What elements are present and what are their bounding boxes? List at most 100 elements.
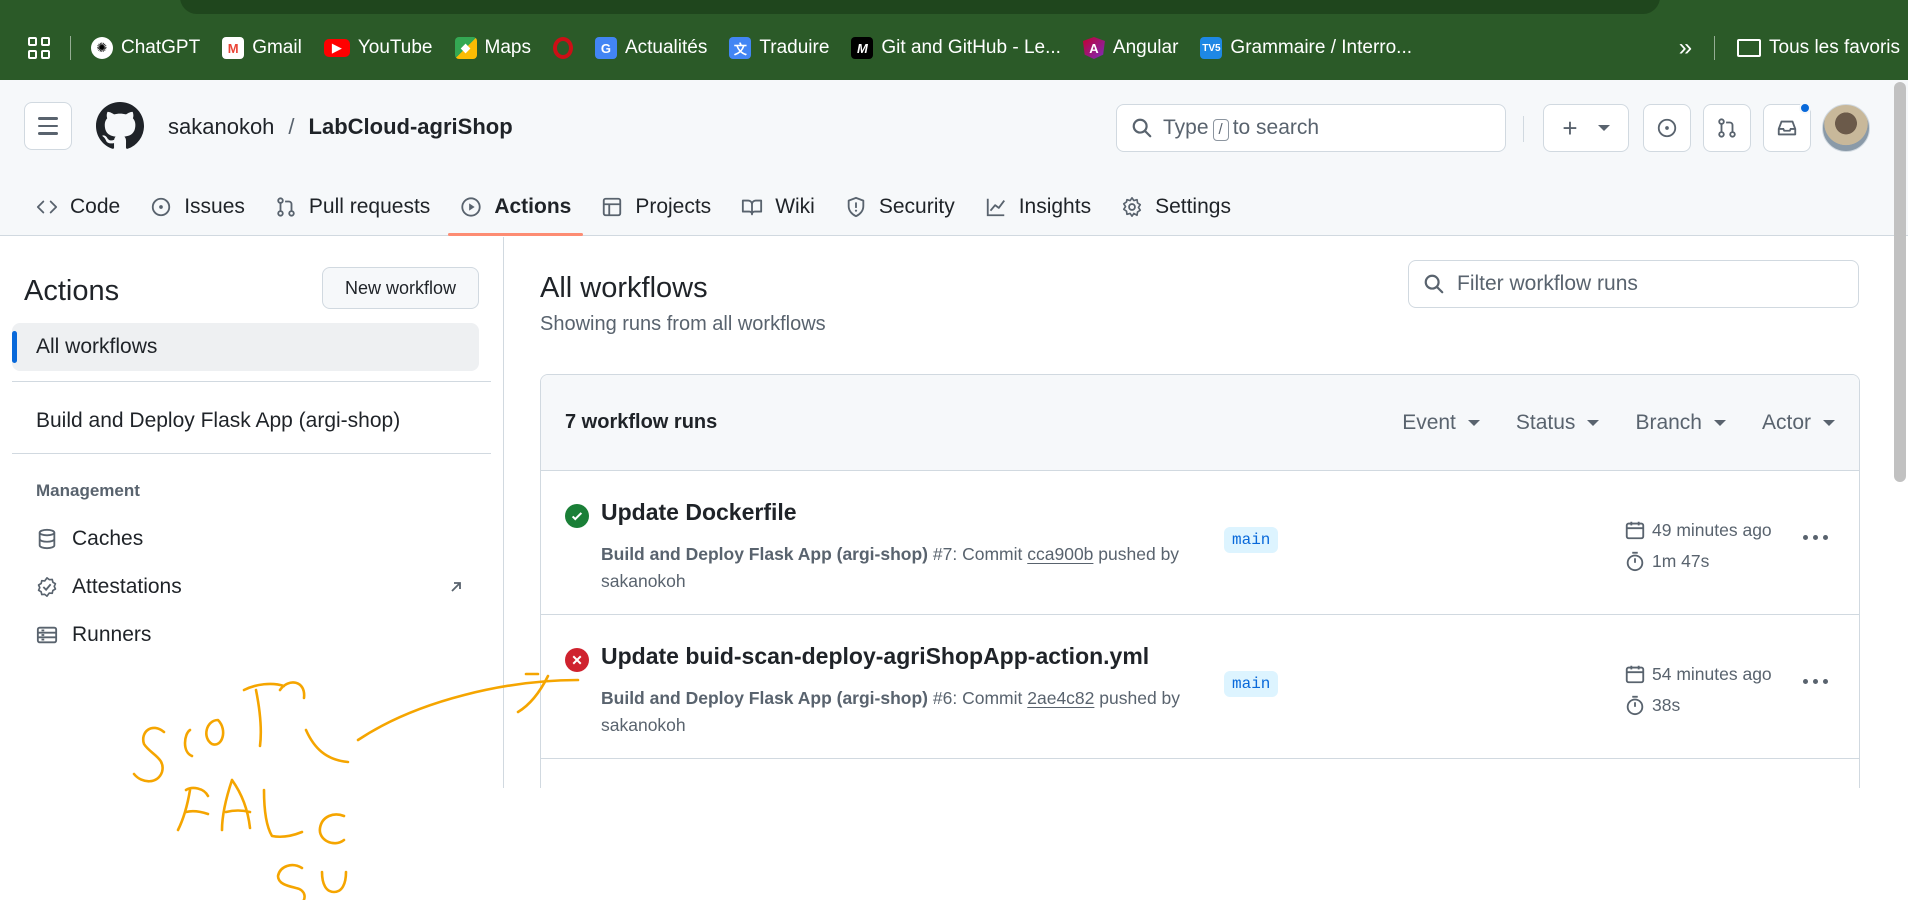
bookmark-grammaire[interactable]: TV5 Grammaire / Interro... xyxy=(1200,37,1412,59)
repo-name-link[interactable]: LabCloud-agriShop xyxy=(309,114,513,140)
issue-icon xyxy=(152,197,171,217)
page-title: All workflows xyxy=(540,272,708,304)
inbox-icon xyxy=(1777,120,1797,136)
commit-link[interactable]: 2ae4c82 xyxy=(1027,688,1094,708)
pushed-by-label: pushed by xyxy=(1098,544,1180,564)
actor-filter-dropdown[interactable]: Actor xyxy=(1762,411,1835,435)
search-input[interactable]: Type / to search xyxy=(1116,104,1506,152)
run-more-options-button[interactable] xyxy=(1803,535,1828,540)
github-header: sakanokoh / LabCloud-agriShop Type / to se… xyxy=(0,80,1908,236)
new-workflow-button[interactable]: New workflow xyxy=(322,267,479,309)
address-bar[interactable] xyxy=(180,0,1660,14)
repo-owner-link[interactable]: sakanokoh xyxy=(168,114,274,140)
avatar[interactable] xyxy=(1822,104,1870,152)
sidebar-item-workflow[interactable]: Build and Deploy Flask App (argi-shop) xyxy=(36,409,400,433)
filter-workflow-runs-input[interactable]: Filter workflow runs xyxy=(1408,260,1859,308)
check-circle-icon xyxy=(565,504,589,528)
x-circle-icon xyxy=(565,648,589,672)
create-new-button[interactable]: + xyxy=(1543,104,1629,152)
run-meta: Build and Deploy Flask App (argi-shop) #… xyxy=(601,544,1180,591)
search-icon xyxy=(1132,118,1152,138)
pull-request-icon xyxy=(1718,118,1736,138)
branch-badge[interactable]: main xyxy=(1224,527,1279,553)
github-logo-icon[interactable] xyxy=(96,102,144,150)
sidebar-item-all-workflows[interactable]: All workflows xyxy=(12,323,479,371)
calendar-icon xyxy=(1625,665,1645,684)
branch-filter-dropdown[interactable]: Branch xyxy=(1635,411,1726,435)
commit-link[interactable]: cca900b xyxy=(1027,544,1093,564)
search-shortcut-key: / xyxy=(1212,118,1229,141)
shield-icon xyxy=(847,196,865,218)
sidebar-item-attestations[interactable]: Attestations xyxy=(36,575,182,599)
chevron-down-icon xyxy=(1713,419,1726,426)
issue-opened-icon xyxy=(1657,118,1677,138)
tab-pull-requests[interactable]: Pull requests xyxy=(263,184,442,230)
database-icon xyxy=(38,528,56,550)
stopwatch-icon xyxy=(1626,551,1644,572)
run-author[interactable]: sakanokoh xyxy=(601,571,686,591)
bookmark-youtube[interactable]: ▶ YouTube xyxy=(323,37,433,59)
bookmark-opera[interactable] xyxy=(552,37,573,59)
tab-settings[interactable]: Settings xyxy=(1109,184,1243,230)
bookmark-chatgpt[interactable]: ✺ ChatGPT xyxy=(91,37,200,59)
bookmark-maps[interactable]: ⬥ Maps xyxy=(454,37,531,59)
maps-icon: ⬥ xyxy=(454,37,477,59)
page-scrollbar[interactable] xyxy=(1894,82,1906,482)
runs-list-header: 7 workflow runs Event Status Branch Acto… xyxy=(541,375,1859,471)
run-title[interactable]: Update Dockerfile xyxy=(601,499,797,526)
tab-issues[interactable]: Issues xyxy=(138,184,257,230)
commit-label: Commit xyxy=(962,544,1023,564)
bookmark-gmail[interactable]: M Gmail xyxy=(222,37,302,59)
breadcrumb: sakanokoh / LabCloud-agriShop xyxy=(168,114,513,140)
filter-placeholder: Filter workflow runs xyxy=(1457,272,1638,295)
search-icon xyxy=(1424,274,1444,294)
book-icon xyxy=(742,199,763,216)
tab-projects[interactable]: Projects xyxy=(589,184,723,230)
tab-actions[interactable]: Actions xyxy=(448,184,584,236)
workflow-run-row[interactable]: Update Dockerfile Build and Deploy Flask… xyxy=(541,471,1859,615)
news-icon: G xyxy=(594,37,617,59)
commit-label: Commit xyxy=(962,688,1023,708)
pull-request-icon xyxy=(277,197,295,217)
sidebar-item-runners[interactable]: Runners xyxy=(36,623,151,647)
pull-requests-button[interactable] xyxy=(1703,104,1751,152)
status-filter-dropdown[interactable]: Status xyxy=(1516,411,1600,435)
run-author[interactable]: sakanokoh xyxy=(601,715,686,735)
run-title[interactable]: Update buid-scan-deploy-agriShopApp-acti… xyxy=(601,643,1149,670)
event-filter-dropdown[interactable]: Event xyxy=(1402,411,1480,435)
run-duration: 1m 47s xyxy=(1624,550,1709,572)
run-timestamp: 54 minutes ago xyxy=(1624,663,1772,685)
gear-icon xyxy=(1123,197,1142,217)
folder-icon xyxy=(1737,39,1762,57)
bookmark-traduire[interactable]: 文 Traduire xyxy=(729,37,829,59)
angular-icon: A xyxy=(1082,37,1105,59)
workflow-run-row[interactable]: Update buid-scan-deploy-agriShopApp-acti… xyxy=(541,615,1859,759)
bookmark-angular[interactable]: A Angular xyxy=(1082,37,1178,59)
plus-icon: + xyxy=(1562,113,1578,143)
server-icon xyxy=(36,626,58,644)
bookmarks-overflow-button[interactable]: » xyxy=(1679,34,1692,62)
sidebar-item-caches[interactable]: Caches xyxy=(36,527,143,551)
run-more-options-button[interactable] xyxy=(1803,679,1828,684)
tab-insights[interactable]: Insights xyxy=(973,184,1103,230)
tab-code[interactable]: Code xyxy=(24,184,132,230)
tab-wiki[interactable]: Wiki xyxy=(729,184,827,230)
apps-grid-icon[interactable] xyxy=(28,37,50,59)
run-number: #6 xyxy=(932,688,953,708)
chevron-down-icon xyxy=(1597,125,1610,131)
search-placeholder-suffix: to search xyxy=(1232,115,1320,139)
run-workflow-name: Build and Deploy Flask App (argi-shop) xyxy=(601,544,929,564)
page-subtitle: Showing runs from all workflows xyxy=(540,313,826,335)
branch-badge[interactable]: main xyxy=(1224,671,1279,697)
run-number: #7 xyxy=(932,544,953,564)
breadcrumb-separator: / xyxy=(288,114,295,139)
tab-security[interactable]: Security xyxy=(833,184,967,230)
bookmarks-divider xyxy=(70,36,71,60)
all-bookmarks-folder[interactable]: Tous les favoris xyxy=(1737,37,1900,59)
run-meta: Build and Deploy Flask App (argi-shop) #… xyxy=(601,688,1181,735)
menu-button[interactable] xyxy=(24,102,72,150)
bookmark-actualites[interactable]: G Actualités xyxy=(594,37,707,59)
issues-button[interactable] xyxy=(1643,104,1691,152)
bookmark-git-github[interactable]: M Git and GitHub - Le... xyxy=(851,37,1061,59)
management-heading: Management xyxy=(36,481,140,500)
